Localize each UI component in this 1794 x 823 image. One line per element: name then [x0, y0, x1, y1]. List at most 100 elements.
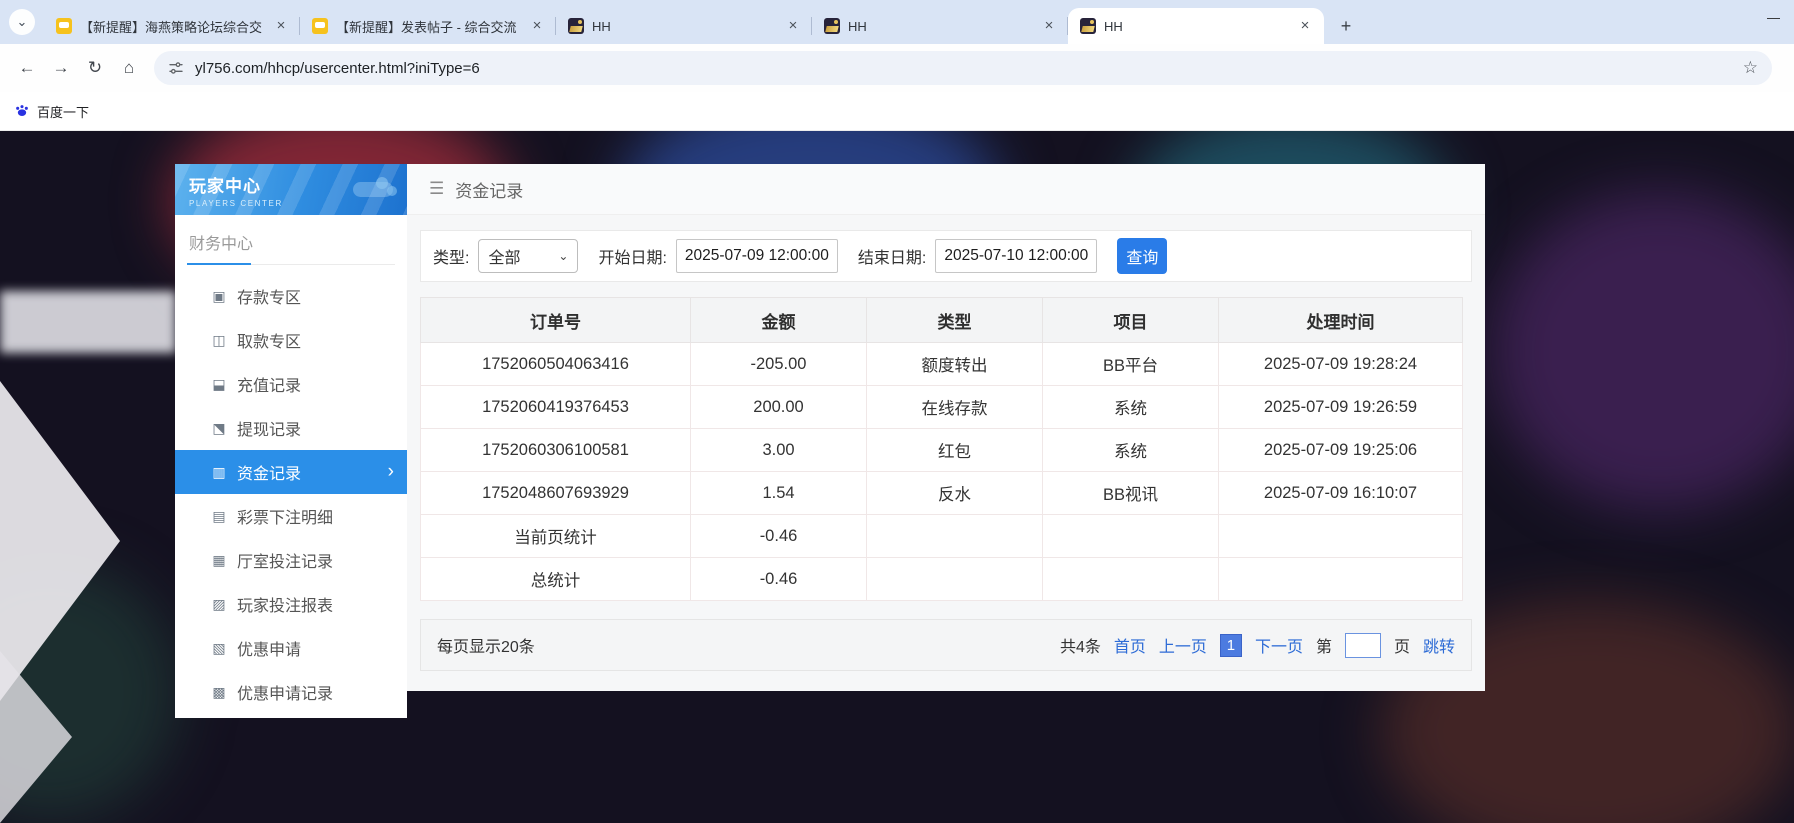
sidebar-item-promo-apply[interactable]: ▧ 优惠申请 — [175, 626, 407, 670]
browser-tab-forum-1[interactable]: 【新提醒】海燕策略论坛综合交 × — [44, 8, 300, 44]
recharge-record-icon: ⬓ — [208, 376, 230, 393]
browser-tab-hh-active[interactable]: HH × — [1068, 8, 1324, 44]
url-text[interactable]: yl756.com/hhcp/usercenter.html?iniType=6 — [195, 60, 480, 77]
pagination-controls: 共4条 首页 上一页 1 下一页 第 页 跳转 — [1060, 633, 1455, 658]
end-date-label: 结束日期: — [858, 244, 926, 268]
withdrawal-record-icon: ⬔ — [208, 420, 230, 437]
sidebar-item-recharge-records[interactable]: ⬓ 充值记录 — [175, 362, 407, 406]
back-button[interactable]: ← — [10, 51, 44, 85]
empty-cell — [1219, 558, 1463, 601]
forum-favicon — [56, 18, 72, 34]
type-select-value: 全部 — [488, 244, 520, 268]
tab-close-icon[interactable]: × — [784, 17, 802, 35]
sidebar-item-deposit-zone[interactable]: ▣ 存款专区 — [175, 274, 407, 318]
table-summary-row-page: 当前页统计 -0.46 — [421, 515, 1463, 558]
baidu-favicon — [14, 102, 30, 121]
sidebar-item-promo-apply-records[interactable]: ▩ 优惠申请记录 — [175, 670, 407, 714]
hh-favicon — [568, 18, 584, 34]
tab-close-icon[interactable]: × — [1040, 17, 1058, 35]
tab-close-icon[interactable]: × — [1296, 17, 1314, 35]
player-center-sidebar: 玩家中心 PLAYERS CENTER 财务中心 ▣ 存款专区 ◫ 取款专区 ⬓… — [175, 164, 407, 718]
tab-search-button[interactable]: ⌄ — [9, 9, 35, 35]
tab-close-icon[interactable]: × — [528, 17, 546, 35]
bookmark-label: 百度一下 — [37, 102, 89, 121]
jump-label-pre: 第 — [1316, 633, 1332, 657]
sidebar-item-player-bet-report[interactable]: ▨ 玩家投注报表 — [175, 582, 407, 626]
browser-tab-strip: ⌄ 【新提醒】海燕策略论坛综合交 × 【新提醒】发表帖子 - 综合交流 × HH… — [0, 0, 1794, 44]
hh-favicon — [1080, 18, 1096, 34]
sidebar-item-withdrawal-records[interactable]: ⬔ 提现记录 — [175, 406, 407, 450]
summary-label: 当前页统计 — [421, 515, 691, 558]
hall-bet-icon: ▦ — [208, 552, 230, 569]
query-button[interactable]: 查询 — [1117, 238, 1167, 274]
bookmark-baidu[interactable]: 百度一下 — [14, 102, 89, 121]
fund-records-table: 订单号 金额 类型 项目 处理时间 1752060504063416 -205.… — [420, 297, 1463, 601]
empty-cell — [1043, 558, 1219, 601]
project-cell: BB平台 — [1043, 343, 1219, 386]
jump-link[interactable]: 跳转 — [1423, 633, 1455, 657]
summary-amount: -0.46 — [691, 558, 867, 601]
sidebar-item-withdraw-zone[interactable]: ◫ 取款专区 — [175, 318, 407, 362]
sidebar-item-label: 充值记录 — [237, 372, 301, 396]
empty-cell — [1043, 515, 1219, 558]
chevron-down-icon: ⌄ — [17, 14, 28, 30]
tab-close-icon[interactable]: × — [272, 17, 290, 35]
bookmark-star-icon[interactable]: ☆ — [1743, 58, 1758, 78]
page-number-input[interactable] — [1345, 633, 1381, 658]
start-date-input[interactable] — [676, 239, 838, 273]
summary-amount: -0.46 — [691, 515, 867, 558]
sidebar-item-label: 资金记录 — [237, 460, 301, 484]
summary-label: 总统计 — [421, 558, 691, 601]
end-date-input[interactable] — [935, 239, 1097, 273]
col-process-time: 处理时间 — [1219, 298, 1463, 343]
total-count: 共4条 — [1060, 633, 1101, 657]
filter-bar: 类型: 全部 ⌄ 开始日期: 结束日期: 查询 — [420, 230, 1472, 282]
sidebar-menu: ▣ 存款专区 ◫ 取款专区 ⬓ 充值记录 ⬔ 提现记录 ▥ 资金记录 — [175, 274, 407, 714]
bookmarks-bar: 百度一下 — [0, 92, 1794, 131]
browser-tab-hh-1[interactable]: HH × — [556, 8, 812, 44]
new-tab-button[interactable]: + — [1332, 12, 1360, 40]
sidebar-item-fund-records[interactable]: ▥ 资金记录 › — [175, 450, 407, 494]
table-summary-row-total: 总统计 -0.46 — [421, 558, 1463, 601]
current-page-indicator[interactable]: 1 — [1220, 634, 1242, 657]
type-select[interactable]: 全部 ⌄ — [478, 239, 578, 273]
browser-tab-hh-2[interactable]: HH × — [812, 8, 1068, 44]
address-bar[interactable]: yl756.com/hhcp/usercenter.html?iniType=6… — [154, 51, 1772, 85]
col-type: 类型 — [867, 298, 1043, 343]
home-button[interactable]: ⌂ — [112, 51, 146, 85]
project-cell: 系统 — [1043, 386, 1219, 429]
next-page-link[interactable]: 下一页 — [1255, 633, 1303, 657]
first-page-link[interactable]: 首页 — [1114, 633, 1146, 657]
type-cell: 额度转出 — [867, 343, 1043, 386]
chevron-right-icon: › — [388, 461, 394, 483]
sidebar-item-hall-bet-records[interactable]: ▦ 厅室投注记录 — [175, 538, 407, 582]
order-id-cell: 1752060504063416 — [421, 343, 691, 386]
sidebar-item-label: 优惠申请 — [237, 636, 301, 660]
chevron-down-icon: ⌄ — [558, 249, 568, 263]
start-date-label: 开始日期: — [598, 244, 666, 268]
minimize-button[interactable]: — — [1767, 10, 1780, 25]
col-order-id: 订单号 — [421, 298, 691, 343]
site-settings-icon[interactable] — [168, 60, 184, 76]
deposit-icon: ▣ — [208, 288, 230, 305]
main-panel: ☰ 资金记录 类型: 全部 ⌄ 开始日期: 结束日期: 查询 订单 — [407, 164, 1485, 691]
browser-tab-forum-2[interactable]: 【新提醒】发表帖子 - 综合交流 × — [300, 8, 556, 44]
sidebar-item-lottery-bet-details[interactable]: ▤ 彩票下注明细 — [175, 494, 407, 538]
promo-record-icon: ▩ — [208, 684, 230, 701]
table-row: 1752048607693929 1.54 反水 BB视讯 2025-07-09… — [421, 472, 1463, 515]
time-cell: 2025-07-09 16:10:07 — [1219, 472, 1463, 515]
sidebar-header: 玩家中心 PLAYERS CENTER — [175, 164, 407, 215]
pagination-bar: 每页显示20条 共4条 首页 上一页 1 下一页 第 页 跳转 — [420, 619, 1472, 671]
forward-button[interactable]: → — [44, 51, 78, 85]
type-label: 类型: — [433, 244, 469, 268]
sidebar-item-label: 彩票下注明细 — [237, 504, 333, 528]
tab-title: HH — [1104, 19, 1288, 34]
reload-button[interactable]: ↻ — [78, 51, 112, 85]
project-cell: BB视讯 — [1043, 472, 1219, 515]
prev-page-link[interactable]: 上一页 — [1159, 633, 1207, 657]
bet-report-icon: ▨ — [208, 596, 230, 613]
lottery-detail-icon: ▤ — [208, 508, 230, 525]
empty-cell — [867, 515, 1043, 558]
amount-cell: 1.54 — [691, 472, 867, 515]
project-cell: 系统 — [1043, 429, 1219, 472]
